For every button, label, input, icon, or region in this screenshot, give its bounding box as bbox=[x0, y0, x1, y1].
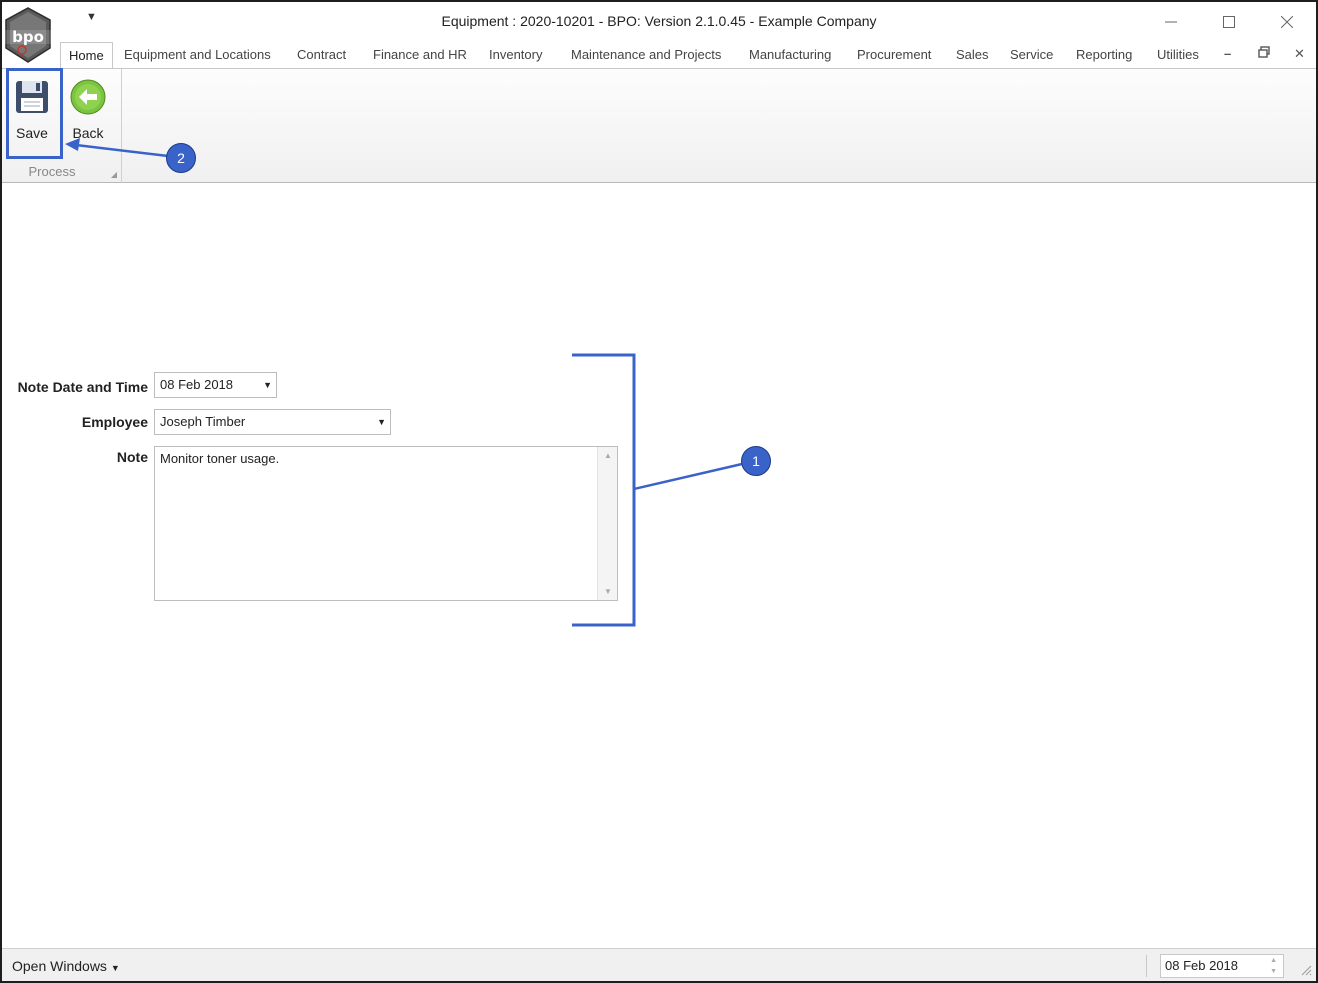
scroll-down-icon[interactable]: ▼ bbox=[604, 587, 612, 596]
open-windows-menu[interactable]: Open Windows ▼ bbox=[12, 958, 120, 974]
minimize-icon[interactable] bbox=[1148, 8, 1194, 36]
maximize-icon[interactable] bbox=[1206, 8, 1252, 36]
callout-2: 2 bbox=[166, 143, 196, 173]
mdi-minimize-icon[interactable]: – bbox=[1224, 46, 1231, 61]
close-icon[interactable] bbox=[1264, 8, 1310, 36]
callout-1: 1 bbox=[741, 446, 771, 476]
note-scrollbar[interactable]: ▲ ▼ bbox=[597, 447, 617, 600]
note-date-field[interactable]: 08 Feb 2018 ▼ bbox=[154, 372, 277, 398]
tab-contract[interactable]: Contract bbox=[289, 42, 354, 68]
mdi-restore-icon[interactable] bbox=[1258, 46, 1270, 61]
tab-inventory[interactable]: Inventory bbox=[481, 42, 550, 68]
tab-service[interactable]: Service bbox=[1002, 42, 1061, 68]
mdi-close-icon[interactable]: ✕ bbox=[1294, 46, 1305, 62]
note-textarea[interactable]: Monitor toner usage. ▲ ▼ bbox=[154, 446, 618, 601]
tab-reporting[interactable]: Reporting bbox=[1068, 42, 1140, 68]
tab-sales[interactable]: Sales bbox=[948, 42, 997, 68]
ribbon-group-process: Save Back Process ◢ bbox=[2, 69, 122, 183]
chevron-down-icon[interactable]: ▼ bbox=[263, 373, 272, 397]
title-bar: bpo ▼ Equipment : 2020-10201 - BPO: Vers… bbox=[2, 2, 1316, 63]
tab-maintenance-and-projects[interactable]: Maintenance and Projects bbox=[563, 42, 729, 68]
app-window: bpo ▼ Equipment : 2020-10201 - BPO: Vers… bbox=[0, 0, 1318, 983]
tab-home[interactable]: Home bbox=[60, 42, 113, 69]
ribbon-tabs: Home Equipment and Locations Contract Fi… bbox=[2, 42, 1316, 69]
status-bar: Open Windows ▼ 08 Feb 2018 ▲ ▼ bbox=[2, 948, 1316, 981]
note-value: Monitor toner usage. bbox=[160, 451, 280, 466]
bpo-logo-icon[interactable]: bpo bbox=[2, 6, 54, 64]
back-arrow-icon bbox=[70, 79, 106, 115]
ribbon-group-label: Process bbox=[28, 164, 76, 179]
tab-utilities[interactable]: Utilities bbox=[1149, 42, 1207, 68]
scroll-up-icon[interactable]: ▲ bbox=[604, 451, 612, 460]
chevron-down-icon: ▼ bbox=[110, 963, 120, 973]
open-windows-label: Open Windows bbox=[12, 958, 107, 974]
note-date-value: 08 Feb 2018 bbox=[160, 377, 234, 392]
logo-text: bpo bbox=[12, 28, 44, 46]
ribbon-panel: Save Back Process ◢ bbox=[2, 68, 1316, 183]
tab-equipment-and-locations[interactable]: Equipment and Locations bbox=[116, 42, 279, 68]
chevron-down-icon[interactable]: ▼ bbox=[377, 410, 386, 434]
save-button[interactable]: Save bbox=[6, 71, 58, 157]
tab-procurement[interactable]: Procurement bbox=[849, 42, 939, 68]
back-button[interactable]: Back bbox=[62, 71, 114, 157]
window-title: Equipment : 2020-10201 - BPO: Version 2.… bbox=[441, 13, 877, 29]
tab-manufacturing[interactable]: Manufacturing bbox=[741, 42, 839, 68]
spin-buttons-icon[interactable]: ▲ ▼ bbox=[1270, 955, 1277, 977]
employee-label: Employee bbox=[81, 414, 148, 430]
note-date-label: Note Date and Time bbox=[17, 379, 148, 395]
tab-finance-and-hr[interactable]: Finance and HR bbox=[365, 42, 475, 68]
employee-value: Joseph Timber bbox=[160, 414, 246, 429]
status-date-value: 08 Feb 2018 bbox=[1165, 958, 1239, 973]
status-date-field[interactable]: 08 Feb 2018 ▲ ▼ bbox=[1160, 954, 1284, 978]
save-button-label: Save bbox=[16, 125, 48, 141]
status-separator bbox=[1146, 955, 1147, 977]
floppy-disk-icon bbox=[14, 79, 50, 115]
resize-grip-icon[interactable] bbox=[1300, 964, 1312, 979]
back-button-label: Back bbox=[72, 125, 104, 141]
group-launcher-icon[interactable]: ◢ bbox=[111, 170, 117, 179]
note-label: Note bbox=[116, 449, 148, 465]
callout-1-leader bbox=[633, 462, 743, 491]
employee-select[interactable]: Joseph Timber ▼ bbox=[154, 409, 391, 435]
